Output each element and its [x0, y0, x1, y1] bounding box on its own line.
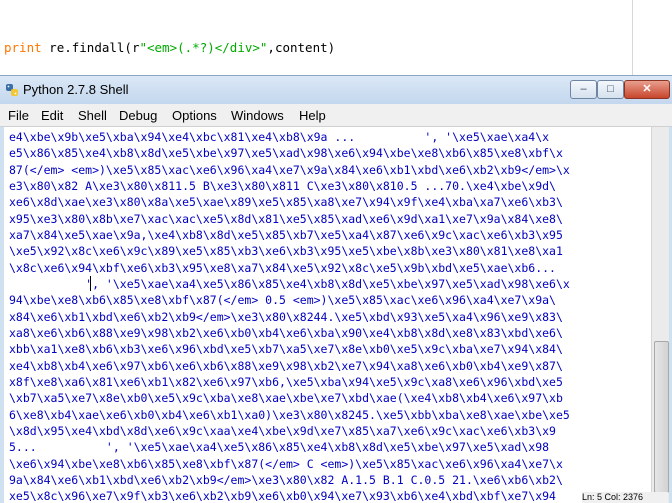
- output-line: xa7\x84\xe5\xae\x9a,\xe4\xb8\x8d\xe5\x85…: [9, 228, 563, 242]
- output-line: e3\x80\x82 A\xe3\x80\x811.5 B\xe3\x80\x8…: [9, 179, 556, 193]
- window-title: Python 2.7.8 Shell: [23, 82, 129, 97]
- code-string: "<em>(.*?)</div>": [139, 40, 268, 55]
- output-line: xbb\xa1\xe8\xb6\xb3\xe6\x96\xbd\xe5\xb7\…: [9, 342, 563, 356]
- output-line: \xe5\x92\x8c\xe6\x9c\x89\xe5\x85\xb3\xe6…: [9, 244, 563, 258]
- output-line: xe5\x8c\x96\xe7\x9f\xb3\xe6\xb2\xb9\xe6\…: [9, 489, 556, 503]
- output-line: \xb7\xa5\xe7\x8e\xb0\xe5\x9c\xba\xe8\xae…: [9, 391, 563, 405]
- output-line: xe6\x8d\xae\xe3\x80\x8a\xe5\xae\x89\xe5\…: [9, 195, 563, 209]
- scrollbar-thumb[interactable]: [654, 341, 669, 493]
- output-line: xe4\xb8\xb4\xe6\x97\xb6\xe6\xb6\x88\xe9\…: [9, 359, 563, 373]
- menu-shell[interactable]: Shell: [78, 108, 107, 123]
- menu-help[interactable]: Help: [299, 108, 326, 123]
- output-line: 5... ', '\xe5\xae\xa4\xe5\x86\x85\xe4\xb…: [9, 440, 550, 454]
- output-line: e5\x86\x85\xe4\xb8\x8d\xe5\xbe\x97\xe5\x…: [9, 146, 563, 160]
- output-line: ', '\xe5\xae\xa4\xe5\x86\x85\xe4\xb8\x8d…: [9, 277, 570, 291]
- output-line: \x8c\xe6\x94\xbf\xe6\xb3\x95\xe8\xa7\x84…: [9, 261, 556, 275]
- code-middle: re.findall(r: [41, 40, 140, 55]
- output-line: 6\xe8\xb4\xae\xe6\xb0\xb4\xe6\xb1\xa0)\x…: [9, 408, 570, 422]
- output-line: \x8d\x95\xe4\xbd\x8d\xe6\x9c\xaa\xe4\xbe…: [9, 424, 556, 438]
- editor-background: print re.findall(r"<em>(.*?)</div>",cont…: [0, 0, 672, 78]
- python-logo-icon: [6, 84, 18, 96]
- close-button[interactable]: ✕: [624, 80, 670, 99]
- output-line: x95\xe3\x80\x8b\xe7\xac\xac\xe5\x8d\x81\…: [9, 212, 563, 226]
- output-line: 87(</em> <em>)\xe5\x85\xac\xe6\x96\xa4\x…: [9, 163, 570, 177]
- editor-divider: [632, 0, 633, 78]
- menu-debug[interactable]: Debug: [119, 108, 157, 123]
- status-bar: Ln: 5 Col: 2376: [582, 492, 668, 503]
- output-line: xa8\xe6\xb6\x88\xe9\x98\xb2\xe6\xb0\xb4\…: [9, 326, 563, 340]
- output-line: x84\xe6\xb1\xbd\xe6\xb2\xb9</em>\xe3\x80…: [9, 310, 563, 324]
- menu-windows[interactable]: Windows: [231, 108, 284, 123]
- shell-window: Python 2.7.8 Shell – □ ✕ File Edit Shell…: [0, 75, 672, 503]
- vertical-scrollbar[interactable]: [651, 127, 669, 503]
- shell-output[interactable]: e4\xbe\x9b\xe5\xba\x94\xe4\xbc\x81\xe4\x…: [4, 127, 651, 503]
- menu-edit[interactable]: Edit: [41, 108, 63, 123]
- output-line: \xe6\x94\xbe\xe8\xb6\x85\xe8\xbf\x87(</e…: [9, 457, 563, 471]
- output-line: 94\xbe\xe8\xb6\x85\xe8\xbf\x87(</em> 0.5…: [9, 293, 556, 307]
- code-keyword: print: [4, 40, 42, 55]
- minimize-button[interactable]: –: [570, 80, 597, 99]
- menu-file[interactable]: File: [8, 108, 29, 123]
- menu-options[interactable]: Options: [172, 108, 217, 123]
- output-line: x8f\xe8\xa6\x81\xe6\xb1\x82\xe6\x97\xb6,…: [9, 375, 563, 389]
- code-end: ,content): [267, 40, 336, 55]
- text-caret: [90, 276, 91, 291]
- output-line: 9a\x84\xe6\xb1\xbd\xe6\xb2\xb9</em>\xe3\…: [9, 473, 563, 487]
- maximize-button[interactable]: □: [597, 80, 624, 99]
- output-line: e4\xbe\x9b\xe5\xba\x94\xe4\xbc\x81\xe4\x…: [9, 130, 550, 144]
- menu-bar: File Edit Shell Debug Options Windows He…: [0, 104, 672, 127]
- code-line[interactable]: print re.findall(r"<em>(.*?)</div>",cont…: [4, 40, 335, 55]
- title-bar[interactable]: Python 2.7.8 Shell – □ ✕: [0, 76, 672, 104]
